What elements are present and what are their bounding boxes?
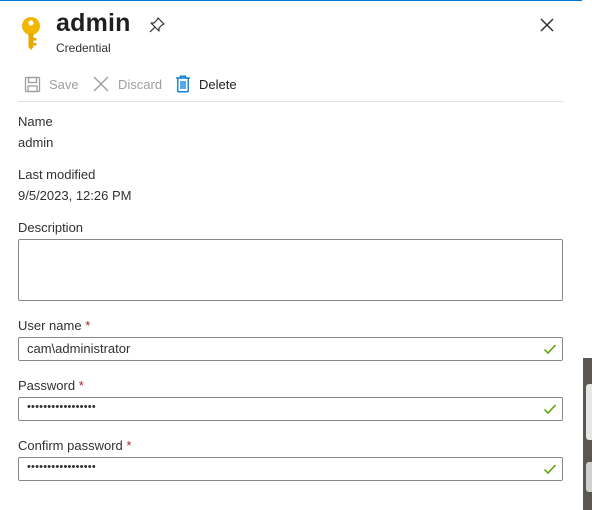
- required-marker: *: [78, 378, 84, 393]
- valid-check-icon: [543, 344, 557, 355]
- password-value: •••••••••••••••••: [27, 401, 96, 413]
- page-title: admin: [56, 9, 131, 37]
- required-marker: *: [85, 318, 91, 333]
- confirm-password-label: Confirm password *: [18, 438, 132, 453]
- top-accent-line: [0, 0, 582, 1]
- close-icon[interactable]: [538, 16, 556, 34]
- discard-label: Discard: [118, 76, 163, 92]
- confirm-password-field[interactable]: •••••••••••••••••: [18, 457, 563, 481]
- delete-label: Delete: [199, 76, 237, 92]
- description-field[interactable]: [18, 239, 563, 301]
- last-modified-label: Last modified: [18, 167, 96, 182]
- password-label: Password *: [18, 378, 84, 393]
- save-button[interactable]: Save: [24, 72, 79, 96]
- discard-icon: [93, 76, 109, 92]
- username-field[interactable]: cam\administrator: [18, 337, 563, 361]
- name-value: admin: [18, 135, 54, 150]
- valid-check-icon: [543, 404, 557, 415]
- trash-icon: [176, 75, 190, 93]
- pin-icon[interactable]: [148, 16, 166, 34]
- page-subtitle: Credential: [56, 41, 111, 55]
- description-label: Description: [18, 220, 84, 235]
- key-icon: [22, 17, 40, 50]
- confirm-password-value: •••••••••••••••••: [27, 461, 96, 473]
- delete-button[interactable]: Delete: [175, 72, 237, 96]
- discard-button[interactable]: Discard: [92, 72, 162, 96]
- toolbar-divider: [18, 101, 563, 102]
- command-bar: Save Discard Delete: [18, 72, 563, 100]
- valid-check-icon: [543, 464, 557, 475]
- required-marker: *: [126, 438, 132, 453]
- username-value: cam\administrator: [27, 341, 131, 356]
- save-label: Save: [49, 76, 79, 92]
- save-icon: [24, 76, 41, 92]
- background-window-edge: [583, 358, 592, 510]
- password-field[interactable]: •••••••••••••••••: [18, 397, 563, 421]
- last-modified-value: 9/5/2023, 12:26 PM: [18, 188, 132, 203]
- username-label: User name *: [18, 318, 91, 333]
- name-label: Name: [18, 114, 53, 129]
